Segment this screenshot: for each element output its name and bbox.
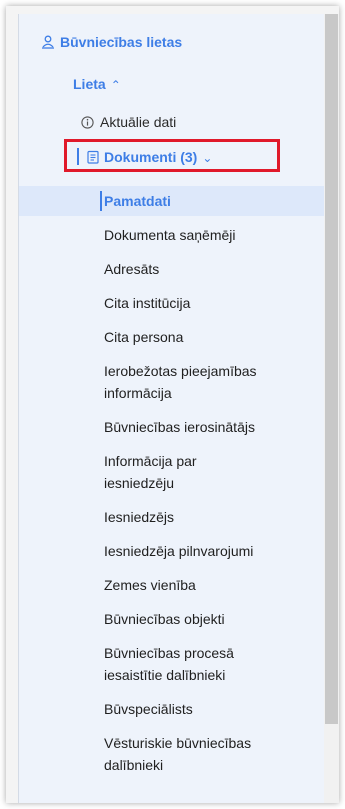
section-item[interactable]: Būvniecības ierosinātājs (19, 412, 325, 442)
tree-item-label: Būvniecības lietas (60, 34, 183, 50)
section-item-label: Informācija par (104, 453, 197, 469)
section-item-label: Ierobežotas pieejamības (104, 363, 257, 379)
section-item-label: Cita persona (104, 329, 184, 345)
section-item-label: Būvspeciālists (104, 701, 193, 717)
scrollbar-thumb[interactable] (325, 14, 338, 724)
section-item-label: iesaistītie dalībnieki (104, 667, 226, 683)
tree-item-aktualie-dati[interactable]: Aktuālie dati (19, 114, 325, 132)
active-indicator (100, 191, 102, 211)
section-item[interactable]: Dokumenta saņēmēji (19, 220, 325, 250)
tree-item-lieta[interactable]: Lieta ⌃ (19, 76, 325, 92)
navigation-frame: Būvniecības lietas Lieta ⌃ Aktuālie dati (6, 6, 339, 803)
section-item[interactable]: Zemes vienība (19, 570, 325, 600)
section-item-label: Adresāts (104, 261, 160, 277)
section-item-label: Vēsturiskie būvniecības (104, 735, 252, 751)
tree-item-buvniecibas-lietas[interactable]: Būvniecības lietas (19, 34, 325, 52)
section-item-label: Būvniecības ierosinātājs (104, 419, 255, 435)
section-item[interactable]: Informācija par iesniedzēju (19, 446, 325, 498)
section-item-label: dalībnieki (104, 757, 164, 773)
navigation-tree: Būvniecības lietas Lieta ⌃ Aktuālie dati (18, 14, 325, 803)
chevron-up-icon: ⌃ (110, 78, 121, 92)
section-item-label: Iesniedzējs (104, 509, 175, 525)
section-item[interactable]: Adresāts (19, 254, 325, 284)
section-item[interactable]: Vēsturiskie būvniecības dalībnieki (19, 728, 325, 780)
section-item-label: Iesniedzēja pilnvarojumi (104, 543, 254, 559)
info-circle-icon (81, 116, 94, 132)
tree-item-label: Aktuālie dati (100, 114, 177, 130)
section-item-label: Zemes vienība (104, 577, 196, 593)
highlight-annotation (64, 139, 280, 172)
tree-item-label: Lieta (73, 76, 106, 92)
section-item-label: Cita institūcija (104, 295, 191, 311)
section-item[interactable]: Būvniecības objekti (19, 604, 325, 634)
section-item[interactable]: Iesniedzējs (19, 502, 325, 532)
section-item[interactable]: Būvspeciālists (19, 694, 325, 724)
section-item-label: Dokumenta saņēmēji (104, 227, 236, 243)
section-item-label: Pamatdati (104, 193, 171, 209)
section-item[interactable]: Ierobežotas pieejamības informācija (19, 356, 325, 408)
section-item-label: Būvniecības objekti (104, 611, 225, 627)
section-item[interactable]: Cita institūcija (19, 288, 325, 318)
section-item-label: informācija (104, 385, 172, 401)
section-item[interactable]: Pamatdati (19, 186, 325, 216)
section-item[interactable]: Cita persona (19, 322, 325, 352)
section-item-label: iesniedzēju (104, 475, 175, 491)
building-person-icon (41, 35, 55, 52)
section-item-label: Būvniecības procesā (104, 645, 234, 661)
section-item[interactable]: Būvniecības procesā iesaistītie dalībniek… (19, 638, 325, 690)
section-item[interactable]: Iesniedzēja pilnvarojumi (19, 536, 325, 566)
